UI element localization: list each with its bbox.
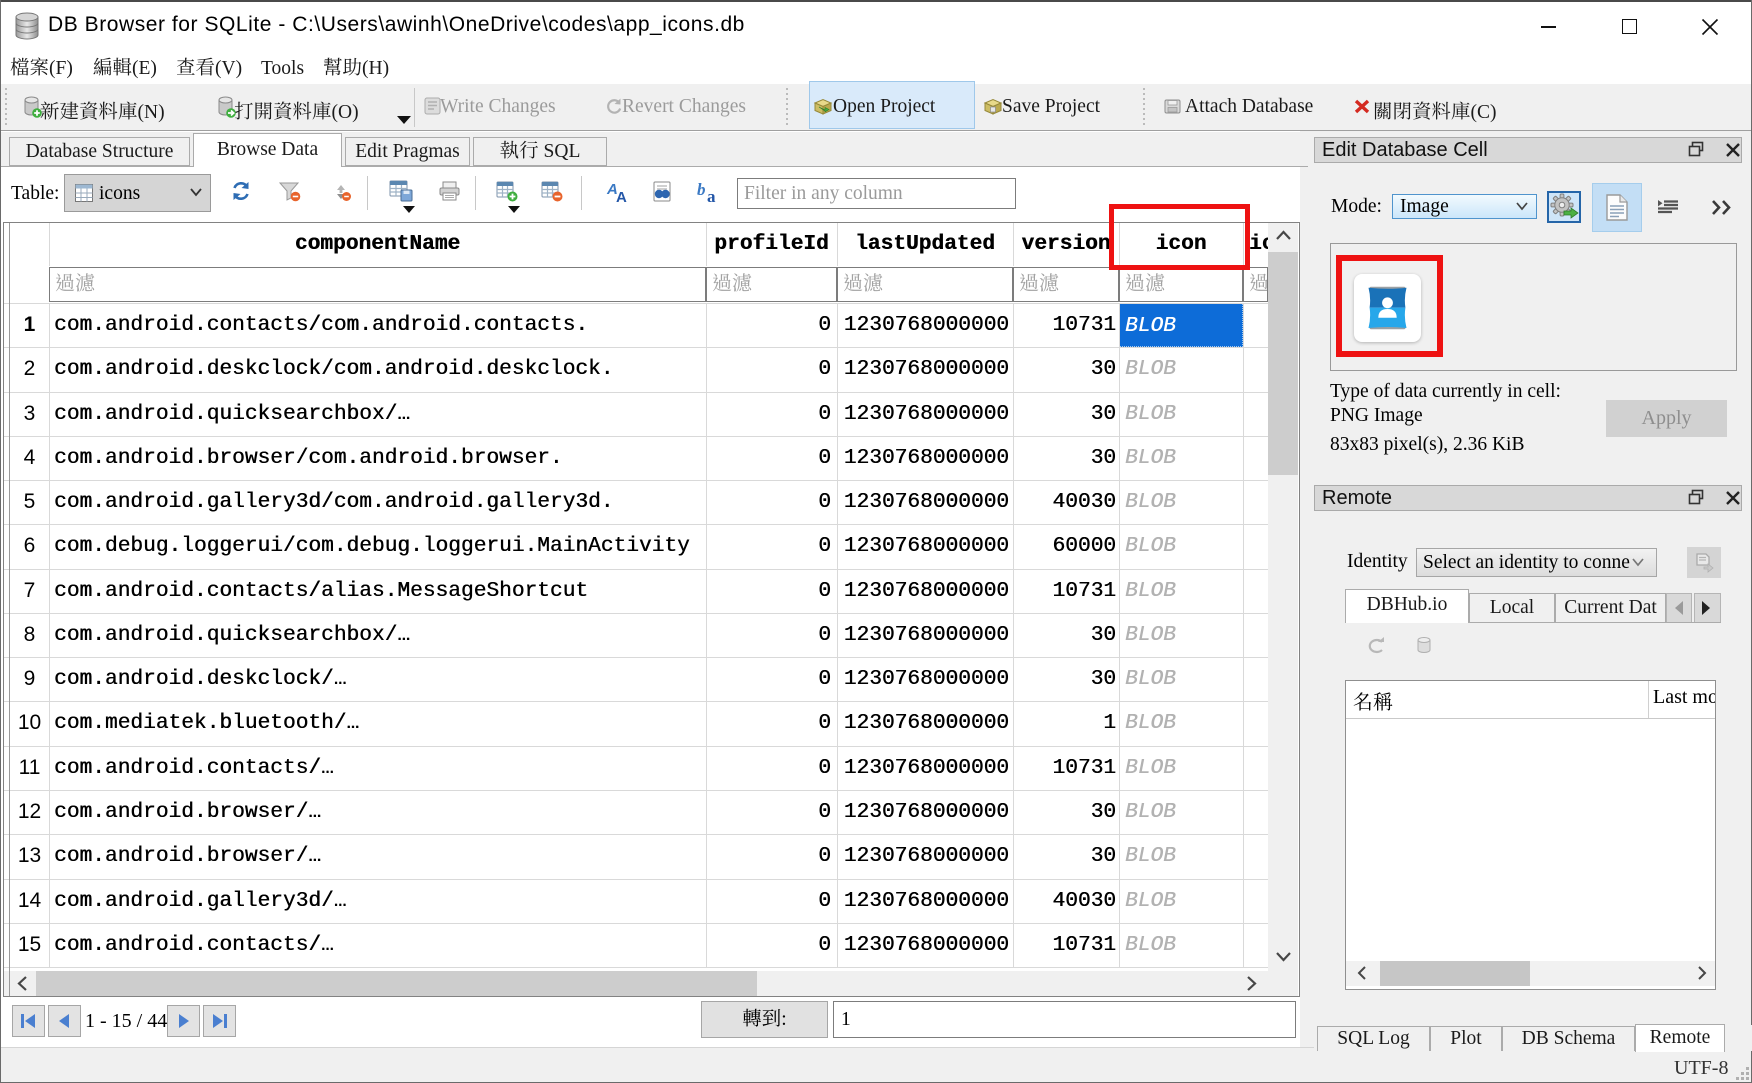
svg-text:b: b [697,180,706,199]
svg-text:A: A [616,189,627,206]
svg-text:a: a [707,187,716,206]
